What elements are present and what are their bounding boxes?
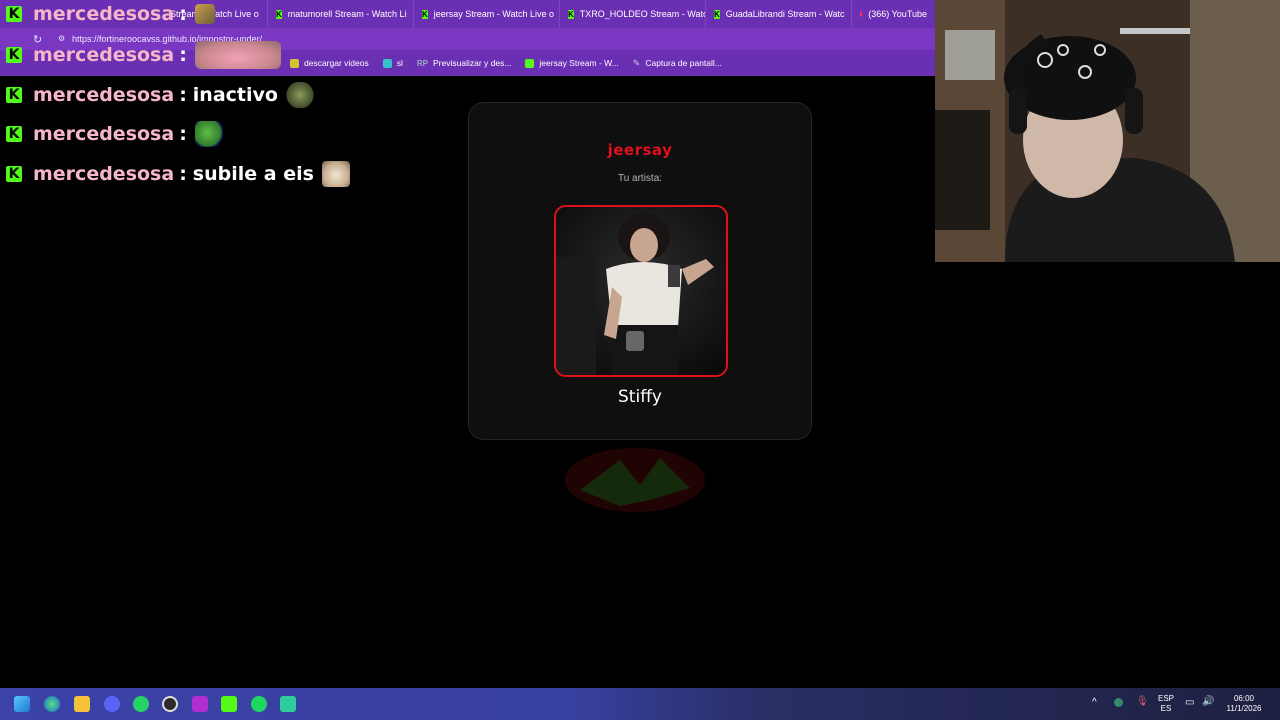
network-icon[interactable]: ▭ [1185,697,1194,708]
edge-icon[interactable] [44,696,60,712]
rp-icon: RP [416,58,428,68]
kick-badge-icon: K [6,87,22,103]
frog-emote-icon [285,82,314,108]
player-name: jeersay [607,141,673,159]
pink-emote-icon [194,41,281,69]
pepe-emote-icon [194,121,223,147]
webcam-feed [935,0,1280,262]
app-icon[interactable] [280,696,296,712]
tab-label: GuadaLibrandi Stream - Watc [725,9,845,19]
volume-icon[interactable]: 🔊 [1202,696,1214,707]
chat-message: K mercedesosa : subile a eis [6,160,350,188]
tab-label: TXRO_HOLDEO Stream - Watc [579,9,706,19]
blurred-decoration [560,440,710,515]
streaming-app-icon[interactable] [192,696,208,712]
artist-name: Stiffy [618,387,662,407]
chat-separator: : [179,3,187,25]
bookmark-label: jeersay Stream - W... [539,58,619,68]
obs-icon[interactable] [162,696,178,712]
browser-tab[interactable]: K GuadaLibrandi Stream - Watc × [706,0,852,28]
youtube-icon [860,11,863,17]
discord-icon[interactable] [104,696,120,712]
kick-badge-icon: K [6,166,22,182]
chat-message: K mercedesosa : [6,120,223,148]
microphone-icon[interactable]: 🎙 [1136,696,1149,707]
flag-emote-icon [194,4,215,24]
browser-tab[interactable]: K TXRO_HOLDEO Stream - Watc × [560,0,706,28]
chat-separator: : [179,123,187,145]
tray-chevron-icon[interactable]: ^ [1092,697,1097,708]
chat-username: mercedesosa [33,163,175,185]
language-indicator[interactable]: ESP ES [1156,694,1176,714]
language-bottom: ES [1160,704,1172,713]
cat-emote-icon [321,161,350,187]
artist-label: Tu artista: [617,173,663,184]
tab-label: jeersay Stream - Watch Live o [433,9,554,19]
tray-app-icon[interactable] [1114,698,1123,707]
clock-time: 06:00 [1233,694,1255,703]
whatsapp-icon[interactable] [133,696,149,712]
chat-separator: : [179,163,187,185]
clock-date: 11/1/2026 [1226,704,1262,713]
kick-badge-icon: K [6,6,22,22]
browser-tab[interactable]: K jeersay Stream - Watch Live o × [414,0,560,28]
chat-message: K mercedesosa : inactivo [6,81,314,109]
bookmark-icon [382,58,392,68]
bookmark-label: sl [396,58,403,68]
bookmark-descargar-videos[interactable]: descargar videos [290,58,369,68]
bookmark-label: Captura de pantall... [645,58,722,68]
kick-icon [525,58,535,68]
pen-icon: ✎ [632,57,641,68]
chat-separator: : [179,84,187,106]
bookmark-label: Previsualizar y des... [433,58,512,68]
kick-icon: K [714,9,720,19]
bookmark-captura[interactable]: ✎ Captura de pantall... [633,58,722,69]
kick-icon: K [568,9,574,19]
chat-message: K mercedesosa : [6,41,281,69]
kick-icon[interactable] [221,696,237,712]
kick-icon: K [276,9,282,19]
chat-message: K mercedesosa : [6,0,215,28]
bookmark-previsualizar[interactable]: RP Previsualizar y des... [417,58,512,68]
windows-taskbar: ^ 🎙 ESP ES ▭ 🔊 06:00 11/1/2026 [0,688,1280,720]
kick-badge-icon: K [6,126,22,142]
chat-username: mercedesosa [33,123,175,145]
browser-tab[interactable]: (366) YouTube [852,0,935,28]
tab-label: (366) YouTube [868,9,927,19]
bookmark-label: descargar videos [304,58,369,68]
chat-text: subile a eis [192,163,314,185]
tab-label: matumorell Stream - Watch Li [287,9,407,19]
kick-badge-icon: K [6,47,22,63]
chat-username: mercedesosa [33,84,175,106]
chat-username: mercedesosa [33,44,175,66]
kick-icon: K [422,9,428,19]
language-top: ESP [1157,694,1174,703]
bookmark-sl[interactable]: sl [382,58,403,68]
windows-start-icon[interactable] [14,696,30,712]
spotify-icon[interactable] [251,696,267,712]
bookmark-jeersay[interactable]: jeersay Stream - W... [525,58,619,68]
clock[interactable]: 06:00 11/1/2026 [1218,694,1270,714]
chat-username: mercedesosa [33,3,175,25]
download-icon [290,58,299,68]
artist-photo [554,205,728,377]
browser-tab[interactable]: K matumorell Stream - Watch Li × [268,0,414,28]
chat-separator: : [179,44,187,66]
artist-card: jeersay Tu artista: Stiffy [468,102,812,440]
file-explorer-icon[interactable] [74,696,90,712]
chat-text: inactivo [192,84,278,106]
